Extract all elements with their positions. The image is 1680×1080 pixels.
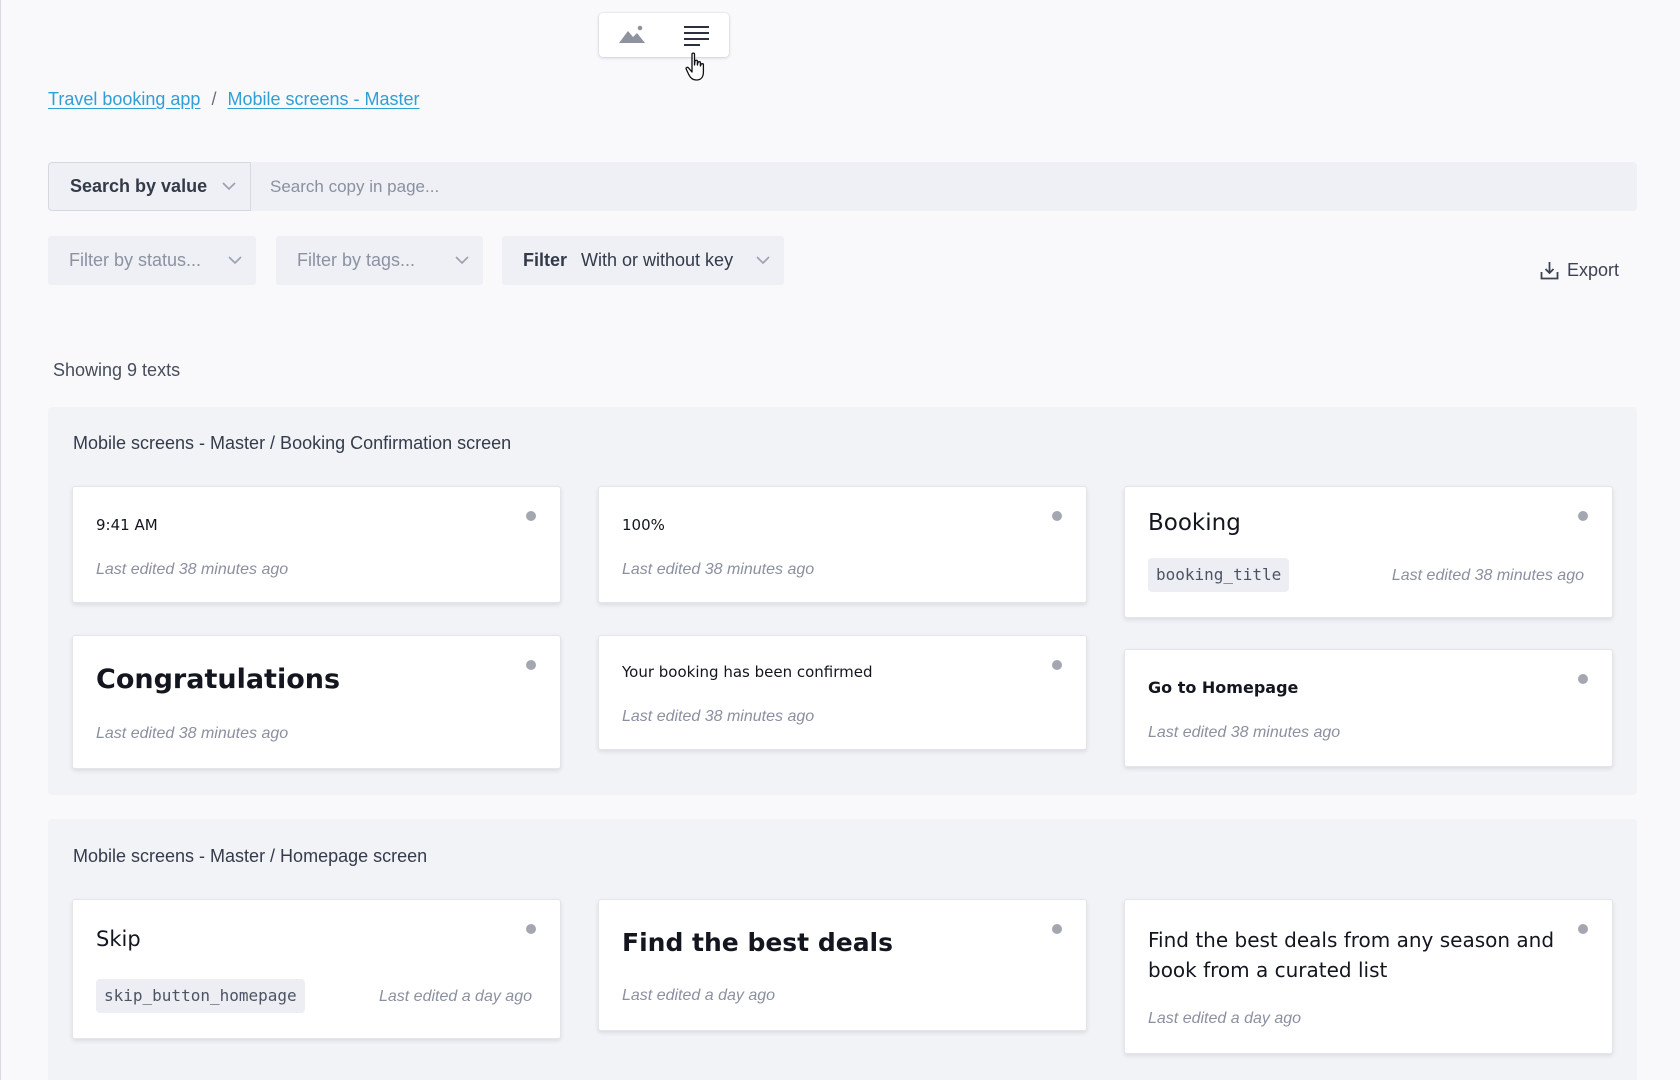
search-input[interactable] [251,162,1637,211]
export-label: Export [1566,260,1619,280]
search-mode-select[interactable]: Search by value [48,162,251,211]
hand-cursor-icon [685,52,705,81]
text-card[interactable]: Skip skip_button_homepage Last edited a … [72,899,561,1039]
text-card[interactable]: Booking booking_title Last edited 38 min… [1124,486,1613,618]
status-dot-icon [1578,924,1588,934]
text-value: Find the best deals from any season and … [1148,928,1555,982]
text-view-button[interactable] [664,13,729,57]
text-card[interactable]: Congratulations Last edited 38 minutes a… [72,635,561,769]
chevron-down-icon [455,256,469,265]
text-value: Go to Homepage [1148,678,1299,697]
last-edited: Last edited 38 minutes ago [96,561,289,578]
text-card[interactable]: Find the best deals Last edited a day ag… [598,899,1087,1031]
view-toggle [599,13,729,57]
tags-filter[interactable]: Filter by tags... [276,236,483,285]
image-view-button[interactable] [599,13,664,57]
text-card[interactable]: Your booking has been confirmed Last edi… [598,635,1087,750]
page-border [0,0,1,1080]
screen-group-booking-confirmation: Mobile screens - Master / Booking Confir… [48,407,1637,795]
status-dot-icon [1578,674,1588,684]
text-card[interactable]: 9:41 AM Last edited 38 minutes ago [72,486,561,603]
tags-filter-placeholder: Filter by tags... [297,250,416,270]
text-value: Congratulations [96,664,341,695]
text-value: Find the best deals [622,928,894,957]
download-icon [1540,262,1559,280]
search-bar: Search by value [48,162,1637,211]
text-card[interactable]: 100% Last edited 38 minutes ago [598,486,1087,603]
text-value: 9:41 AM [96,516,158,534]
chevron-down-icon [222,182,236,191]
status-filter-placeholder: Filter by status... [69,250,202,270]
screen-group-homepage: Mobile screens - Master / Homepage scree… [48,819,1637,1080]
text-value: 100% [622,516,665,534]
search-mode-label: Search by value [70,176,208,196]
key-filter-label: Filter [523,250,568,270]
status-dot-icon [526,511,536,521]
breadcrumb-page-link[interactable]: Mobile screens - Master [227,89,419,110]
text-key-tag: skip_button_homepage [96,979,305,1013]
status-dot-icon [1052,660,1062,670]
status-dot-icon [1052,924,1062,934]
text-value: Your booking has been confirmed [622,663,873,681]
key-filter-value: With or without key [581,250,734,270]
chevron-down-icon [228,256,242,265]
text-key-tag: booking_title [1148,558,1290,592]
status-dot-icon [526,924,536,934]
last-edited: Last edited a day ago [622,987,776,1004]
status-dot-icon [526,660,536,670]
results-count: Showing 9 texts [53,360,181,380]
image-icon [618,25,645,43]
status-dot-icon [1578,511,1588,521]
text-card[interactable]: Go to Homepage Last edited 38 minutes ag… [1124,649,1613,767]
last-edited: Last edited a day ago [378,988,532,1005]
text-lines-icon [683,26,709,46]
breadcrumb: Travel booking app / Mobile screens - Ma… [48,89,420,110]
key-filter[interactable]: Filter With or without key [502,236,784,285]
chevron-down-icon [756,256,770,265]
status-filter[interactable]: Filter by status... [48,236,256,285]
group-title: Mobile screens - Master / Homepage scree… [73,846,428,866]
breadcrumb-separator: / [211,89,217,109]
last-edited: Last edited 38 minutes ago [622,708,815,725]
status-dot-icon [1052,511,1062,521]
text-value: Booking [1148,510,1241,536]
last-edited: Last edited 38 minutes ago [622,561,815,578]
last-edited: Last edited 38 minutes ago [1148,724,1341,741]
last-edited: Last edited 38 minutes ago [96,725,289,742]
last-edited: Last edited a day ago [1148,1010,1302,1027]
group-title: Mobile screens - Master / Booking Confir… [73,433,512,453]
last-edited: Last edited 38 minutes ago [1391,567,1584,584]
breadcrumb-project-link[interactable]: Travel booking app [48,89,200,110]
export-button[interactable]: Export [1540,260,1619,281]
text-value: Skip [96,927,141,951]
text-card[interactable]: Find the best deals from any season and … [1124,899,1613,1054]
